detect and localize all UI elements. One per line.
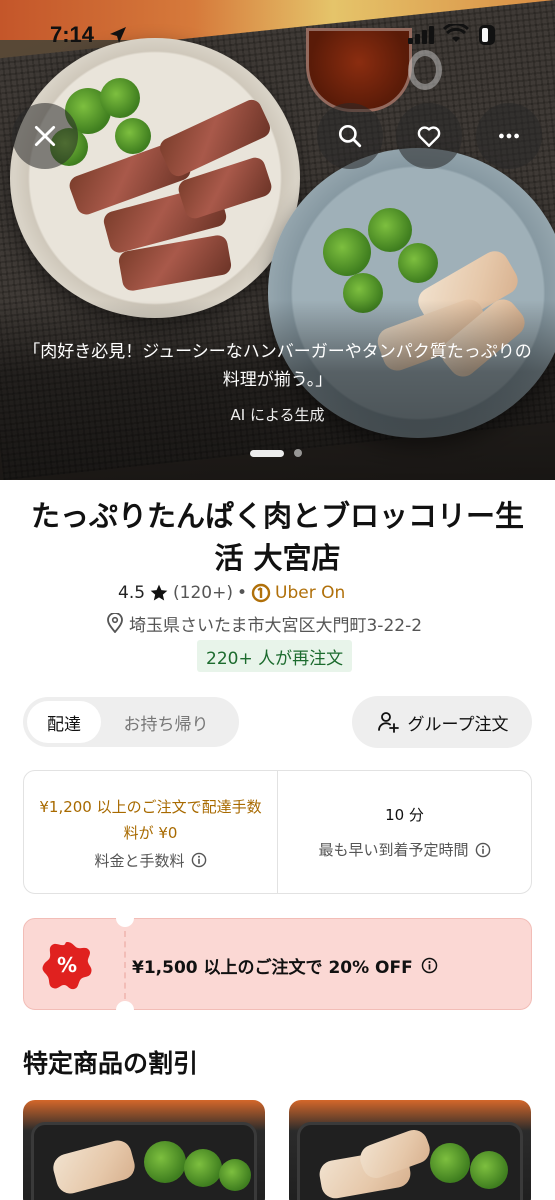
hero-pager[interactable] bbox=[250, 449, 302, 457]
separator-dot: • bbox=[237, 583, 248, 603]
heart-icon bbox=[417, 126, 441, 147]
eta-value: 10 分 bbox=[385, 806, 424, 824]
search-icon bbox=[338, 124, 362, 148]
store-name: たっぷりたんぱく肉とブロッコリー生活 大宮店 bbox=[30, 499, 524, 575]
discount-badge-icon: % bbox=[42, 942, 92, 990]
eta-section[interactable]: 10 分 最も早い到着予定時間 bbox=[278, 771, 531, 893]
product-image bbox=[297, 1122, 523, 1200]
search-button[interactable] bbox=[317, 103, 383, 169]
store-address: 埼玉県さいたま市大宮区大門町3-22-2 bbox=[129, 615, 423, 636]
close-icon bbox=[34, 125, 56, 147]
uber-one-badge[interactable]: Uber On bbox=[251, 583, 345, 603]
fee-section[interactable]: ¥1,200 以上のご注文で配達手数料が ¥0 料金と手数料 bbox=[24, 771, 278, 893]
store-page: 7:14 「肉好き必見！ジューシーなハンバーガーやタンパク質たっぷりの料理が揃う… bbox=[0, 0, 555, 1200]
mode-pickup[interactable]: お持ち帰り bbox=[101, 701, 231, 743]
fee-label: 料金と手数料 bbox=[94, 851, 185, 870]
battery-icon bbox=[479, 25, 495, 45]
info-icon[interactable] bbox=[191, 852, 207, 868]
status-time: 7:14 bbox=[50, 22, 95, 47]
reorder-badge: 220+ 人が再注文 bbox=[197, 640, 353, 672]
product-card[interactable] bbox=[23, 1100, 265, 1200]
pager-dot[interactable] bbox=[294, 449, 302, 457]
promo-banner[interactable]: % ¥1,500 以上のご注文で 20% OFF bbox=[23, 909, 532, 1019]
hero-image[interactable]: 7:14 「肉好き必見！ジューシーなハンバーガーやタンパク質たっぷりの料理が揃う… bbox=[0, 0, 555, 480]
info-icon[interactable] bbox=[475, 842, 491, 858]
svg-text:%: % bbox=[57, 953, 77, 977]
wifi-icon bbox=[443, 24, 469, 42]
info-icon[interactable] bbox=[421, 957, 438, 974]
group-order-label: グループ注文 bbox=[407, 714, 509, 735]
eta-label: 最も早い到着予定時間 bbox=[318, 841, 469, 859]
close-button[interactable] bbox=[12, 103, 78, 169]
fee-label-row[interactable]: 料金と手数料 bbox=[94, 850, 206, 871]
star-icon bbox=[150, 584, 168, 601]
rating-value: 4.5 bbox=[118, 583, 146, 603]
mode-delivery[interactable]: 配達 bbox=[27, 701, 101, 743]
promo-text: ¥1,500 以上のご注文で 20% OFF bbox=[132, 957, 413, 978]
fee-promo-text: ¥1,200 以上のご注文で配達手数料が ¥0 bbox=[39, 797, 262, 842]
uber-one-label: Uber On bbox=[275, 583, 346, 603]
pager-dot-active[interactable] bbox=[250, 449, 284, 457]
product-card[interactable] bbox=[289, 1100, 531, 1200]
add-person-icon bbox=[377, 712, 399, 733]
more-icon bbox=[499, 133, 519, 139]
delivery-info-card: ¥1,200 以上のご注文で配達手数料が ¥0 料金と手数料 10 分 最も早い… bbox=[23, 770, 532, 894]
hero-tagline: 「肉好き必見！ジューシーなハンバーガーやタンパク質たっぷりの料理が揃う。」 bbox=[23, 342, 532, 390]
ai-generated-note: AI による生成 bbox=[230, 406, 325, 424]
uber-one-icon bbox=[251, 583, 271, 603]
order-mode-toggle[interactable]: 配達 お持ち帰り bbox=[23, 697, 239, 747]
promo-text-row[interactable]: ¥1,500 以上のご注文で 20% OFF bbox=[132, 919, 438, 1011]
eta-label-row[interactable]: 最も早い到着予定時間 bbox=[318, 839, 490, 860]
product-image bbox=[31, 1122, 257, 1200]
location-pin-icon bbox=[107, 613, 123, 633]
rating-row[interactable]: 4.5 (120+) • Uber On bbox=[118, 580, 345, 606]
section-title: 特定商品の割引 bbox=[23, 1049, 199, 1078]
location-arrow-icon bbox=[110, 27, 126, 43]
group-order-button[interactable]: グループ注文 bbox=[352, 696, 532, 748]
more-button[interactable] bbox=[476, 103, 542, 169]
cellular-signal-icon bbox=[408, 26, 434, 44]
address-row[interactable]: 埼玉県さいたま市大宮区大門町3-22-2 bbox=[106, 611, 423, 636]
favorite-button[interactable] bbox=[396, 103, 462, 169]
status-bar: 7:14 bbox=[0, 0, 555, 60]
steak-plate bbox=[10, 38, 300, 318]
coupon-divider bbox=[124, 931, 126, 999]
review-count: (120+) bbox=[173, 583, 234, 603]
